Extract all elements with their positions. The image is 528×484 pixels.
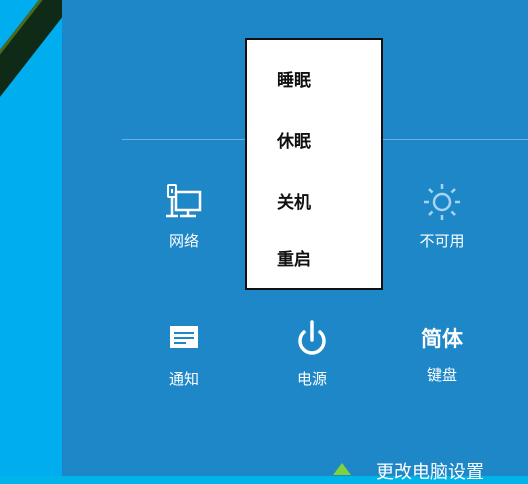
settings-charm-panel: 网络 不可用 通知 电源 简体 键盘 睡眠 休眠 关机 重启 更改电脑设置 xyxy=(62,0,528,483)
power-label: 电源 xyxy=(296,370,327,388)
menu-item-restart[interactable]: 重启 xyxy=(277,245,311,270)
brightness-icon xyxy=(424,184,460,220)
menu-item-shutdown[interactable]: 关机 xyxy=(277,188,311,213)
power-menu: 睡眠 休眠 关机 重启 xyxy=(245,38,383,290)
notifications-icon xyxy=(170,326,198,348)
power-tile[interactable]: 电源 xyxy=(267,320,357,389)
brightness-label: 不可用 xyxy=(419,232,465,250)
network-icon xyxy=(166,184,202,218)
notifications-tile[interactable]: 通知 xyxy=(139,320,229,389)
network-label: 网络 xyxy=(168,232,199,250)
desktop-background xyxy=(0,0,62,476)
notifications-label: 通知 xyxy=(168,370,199,388)
menu-item-hibernate[interactable]: 休眠 xyxy=(277,127,311,152)
desktop-wallpaper-shape xyxy=(0,0,62,134)
settings-arrow-icon xyxy=(333,463,351,475)
network-tile[interactable]: 网络 xyxy=(139,182,229,251)
power-icon xyxy=(298,320,326,355)
keyboard-layout-title: 简体 xyxy=(421,327,463,351)
brightness-tile[interactable]: 不可用 xyxy=(397,182,487,251)
change-pc-settings-link[interactable]: 更改电脑设置 xyxy=(376,458,484,484)
keyboard-tile[interactable]: 简体 键盘 xyxy=(397,322,487,385)
menu-item-sleep[interactable]: 睡眠 xyxy=(277,66,311,91)
keyboard-label: 键盘 xyxy=(426,366,457,384)
